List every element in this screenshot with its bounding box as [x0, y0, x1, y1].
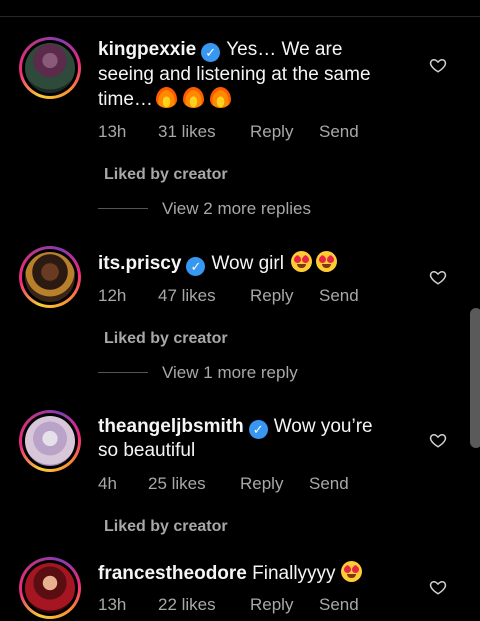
comment-text: Wow you’re [273, 416, 373, 437]
top-divider [0, 16, 480, 17]
story-ring[interactable] [19, 246, 81, 308]
send-button[interactable]: Send [319, 286, 359, 306]
view-replies-button[interactable]: View 2 more replies [162, 199, 311, 219]
view-replies-button[interactable]: View 1 more reply [162, 363, 298, 383]
replies-divider [98, 208, 148, 209]
comment-username[interactable]: francestheodore [98, 563, 247, 584]
liked-by-creator-label: Liked by creator [104, 518, 228, 535]
avatar[interactable] [25, 416, 75, 466]
reply-button[interactable]: Reply [250, 286, 293, 306]
story-ring[interactable] [19, 410, 81, 472]
comment-text: Finallyyyy [252, 563, 336, 584]
comment-text: seeing and listening at the same [98, 64, 371, 85]
comment-text: Wow girl [211, 253, 284, 274]
likes-count[interactable]: 25 likes [148, 474, 206, 494]
comment-time: 13h [98, 122, 127, 141]
verified-badge-icon: ✓ [201, 43, 221, 62]
comment-text: Yes… We are [226, 39, 343, 60]
replies-divider [98, 372, 148, 373]
send-button[interactable]: Send [319, 122, 359, 142]
comment-username[interactable]: theangeljbsmith [98, 416, 244, 437]
comment-time: 13h [98, 595, 127, 614]
verified-badge-icon: ✓ [186, 257, 206, 276]
avatar[interactable] [25, 252, 75, 302]
verified-badge-icon: ✓ [248, 420, 268, 439]
like-heart-icon[interactable] [429, 268, 447, 286]
heart-eyes-emoji-icon [340, 561, 362, 582]
comment-username[interactable]: kingpexxie [98, 39, 196, 60]
like-heart-icon[interactable] [429, 56, 447, 74]
reply-button[interactable]: Reply [240, 474, 283, 494]
comment-time: 4h [98, 474, 117, 493]
fire-emoji-icon [182, 87, 204, 108]
liked-by-creator-label: Liked by creator [104, 330, 228, 347]
comment-text: time… [98, 89, 153, 110]
comment-text: so beautiful [98, 440, 196, 461]
story-ring[interactable] [19, 37, 81, 99]
fire-emoji-icon [209, 87, 231, 108]
send-button[interactable]: Send [309, 474, 349, 494]
likes-count[interactable]: 47 likes [158, 286, 216, 306]
liked-by-creator-label: Liked by creator [104, 166, 228, 183]
heart-eyes-emoji-icon [315, 251, 337, 272]
likes-count[interactable]: 22 likes [158, 595, 216, 615]
avatar[interactable] [25, 563, 75, 613]
story-ring[interactable] [19, 557, 81, 619]
comment-time: 12h [98, 286, 127, 305]
like-heart-icon[interactable] [429, 431, 447, 449]
fire-emoji-icon [155, 87, 177, 108]
likes-count[interactable]: 31 likes [158, 122, 216, 142]
comment-username[interactable]: its.priscy [98, 253, 181, 274]
avatar[interactable] [25, 43, 75, 93]
scroll-handle[interactable] [470, 308, 480, 448]
like-heart-icon[interactable] [429, 578, 447, 596]
send-button[interactable]: Send [319, 595, 359, 615]
heart-eyes-emoji-icon [290, 251, 312, 272]
reply-button[interactable]: Reply [250, 122, 293, 142]
reply-button[interactable]: Reply [250, 595, 293, 615]
